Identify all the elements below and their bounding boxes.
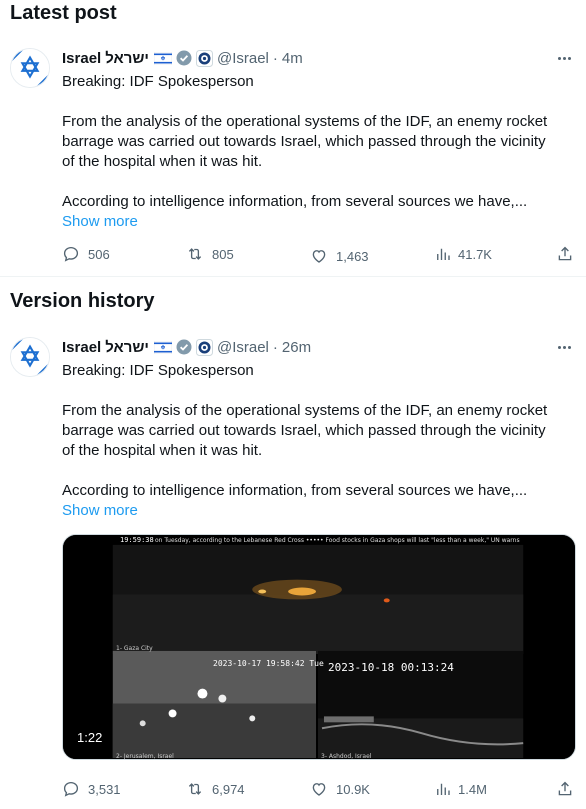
post-text-line: of the hospital when it was hit. [62, 442, 263, 459]
video-duration: 1:22 [71, 728, 109, 747]
handle[interactable]: @Israel [217, 50, 269, 67]
post-text-line: According to intelligence information, f… [62, 482, 528, 499]
timestamp[interactable]: 4m [282, 50, 303, 67]
reply-button[interactable]: 506 [62, 245, 110, 263]
share-button[interactable] [556, 780, 582, 798]
camera-label: 2- Jerusalem, Israel [116, 753, 174, 760]
post-text-line: barrage was carried out towards Israel, … [62, 422, 546, 439]
share-icon [558, 781, 572, 796]
view-count: 1.4M [458, 781, 487, 797]
post-text-line: barrage was carried out towards Israel, … [62, 133, 546, 150]
like-count: 1,463 [336, 248, 369, 264]
more-dot-icon [557, 56, 561, 60]
repost-icon [188, 783, 202, 795]
post-text-line: From the analysis of the operational sys… [62, 402, 548, 419]
separator-dot: · [272, 49, 278, 67]
verified-badge-icon[interactable] [176, 50, 192, 66]
more-options-button[interactable] [554, 337, 574, 357]
camera-timestamp: 2023-10-18 00:13:24 [328, 661, 454, 674]
israel-flag-icon [153, 51, 172, 65]
repost-count: 805 [212, 246, 234, 262]
share-button[interactable] [556, 245, 582, 263]
avatar[interactable] [10, 48, 50, 88]
government-seal-icon[interactable] [195, 338, 213, 356]
repost-icon [188, 248, 202, 260]
display-name[interactable]: Israel [62, 50, 101, 67]
analytics-icon [437, 783, 450, 795]
reply-icon [63, 246, 79, 262]
israel-flag-icon [153, 340, 172, 354]
more-dot-icon [557, 345, 561, 349]
avatar[interactable] [10, 337, 50, 377]
repost-count: 6,974 [212, 781, 245, 797]
separator-dot: · [272, 338, 278, 356]
post-header: Israel ישראל @Israel · 26m [62, 337, 311, 357]
video-ticker: on Tuesday, according to the Lebanese Re… [155, 537, 520, 544]
reply-button[interactable]: 3,531 [62, 780, 121, 798]
post-text-line: From the analysis of the operational sys… [62, 113, 548, 130]
video-clock: 19:59:38 [120, 536, 154, 544]
like-button[interactable]: 1,463 [310, 247, 369, 265]
camera-label: 3- Ashdod, Israel [321, 753, 372, 760]
post-header: Israel ישראל @Israel · 4m [62, 48, 303, 68]
post-actions: 3,531 6,974 10.9K 1.4M [62, 780, 576, 800]
analytics-icon [437, 248, 450, 260]
post-text-line: According to intelligence information, f… [62, 193, 528, 210]
camera-label: 1- Gaza City [116, 645, 153, 652]
view-count: 41.7K [458, 246, 492, 262]
hebrew-name[interactable]: ישראל [105, 50, 149, 67]
more-options-button[interactable] [554, 48, 574, 68]
reply-count: 3,531 [88, 781, 121, 797]
version-history-heading: Version history [10, 290, 155, 312]
reply-count: 506 [88, 246, 110, 262]
government-seal-icon[interactable] [195, 49, 213, 67]
heart-icon [312, 250, 326, 263]
like-count: 10.9K [336, 781, 370, 797]
handle[interactable]: @Israel [217, 339, 269, 356]
verified-badge-icon[interactable] [176, 339, 192, 355]
show-more-link[interactable]: Show more [62, 212, 572, 232]
camera-timestamp: 2023-10-17 19:58:42 Tue [213, 659, 324, 668]
like-button[interactable]: 10.9K [310, 780, 370, 798]
repost-button[interactable]: 6,974 [186, 780, 245, 798]
video-player[interactable]: 19:59:38 on Tuesday, according to the Le… [62, 534, 576, 760]
reply-icon [63, 781, 79, 797]
section-divider [0, 276, 586, 277]
post-actions: 506 805 1,463 41.7K [62, 245, 576, 265]
post-text-line: Breaking: IDF Spokesperson [62, 362, 254, 379]
timestamp[interactable]: 26m [282, 339, 311, 356]
heart-icon [312, 783, 326, 796]
views-button[interactable]: 41.7K [434, 245, 492, 263]
israel-avatar-icon [11, 338, 49, 376]
israel-avatar-icon [11, 49, 49, 87]
display-name[interactable]: Israel [62, 339, 101, 356]
post-text-line: of the hospital when it was hit. [62, 153, 263, 170]
latest-post-heading: Latest post [10, 2, 117, 24]
views-button[interactable]: 1.4M [434, 780, 487, 798]
share-icon [558, 246, 572, 261]
post-text-line: Breaking: IDF Spokesperson [62, 73, 254, 90]
repost-button[interactable]: 805 [186, 245, 234, 263]
show-more-link[interactable]: Show more [62, 501, 572, 521]
hebrew-name[interactable]: ישראל [105, 339, 149, 356]
